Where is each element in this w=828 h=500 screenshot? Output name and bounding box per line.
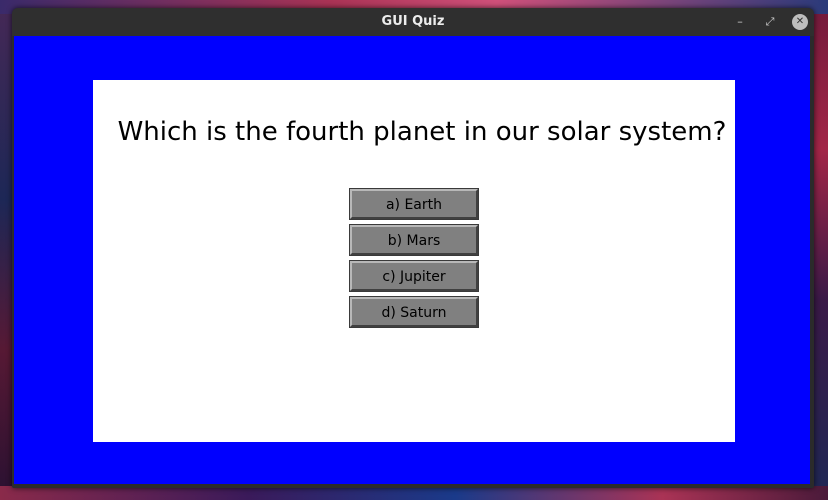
- title-bar[interactable]: GUI Quiz – ⤢ ✕: [12, 8, 814, 36]
- quiz-window: GUI Quiz – ⤢ ✕ Which is the fourth plane…: [12, 8, 814, 488]
- answer-button-c[interactable]: c) Jupiter: [349, 260, 479, 292]
- desktop-wallpaper-bottom: [0, 486, 828, 500]
- quiz-background: Which is the fourth planet in our solar …: [14, 36, 810, 484]
- minimize-icon[interactable]: –: [732, 14, 748, 30]
- answer-button-d[interactable]: d) Saturn: [349, 296, 479, 328]
- maximize-icon[interactable]: ⤢: [762, 14, 778, 30]
- window-title: GUI Quiz: [381, 14, 445, 29]
- question-label: Which is the fourth planet in our solar …: [117, 117, 727, 147]
- close-icon[interactable]: ✕: [792, 14, 808, 30]
- answer-button-b[interactable]: b) Mars: [349, 224, 479, 256]
- quiz-panel: Which is the fourth planet in our solar …: [93, 80, 735, 442]
- answer-list: a) Earth b) Mars c) Jupiter d) Saturn: [349, 188, 479, 333]
- answer-button-a[interactable]: a) Earth: [349, 188, 479, 220]
